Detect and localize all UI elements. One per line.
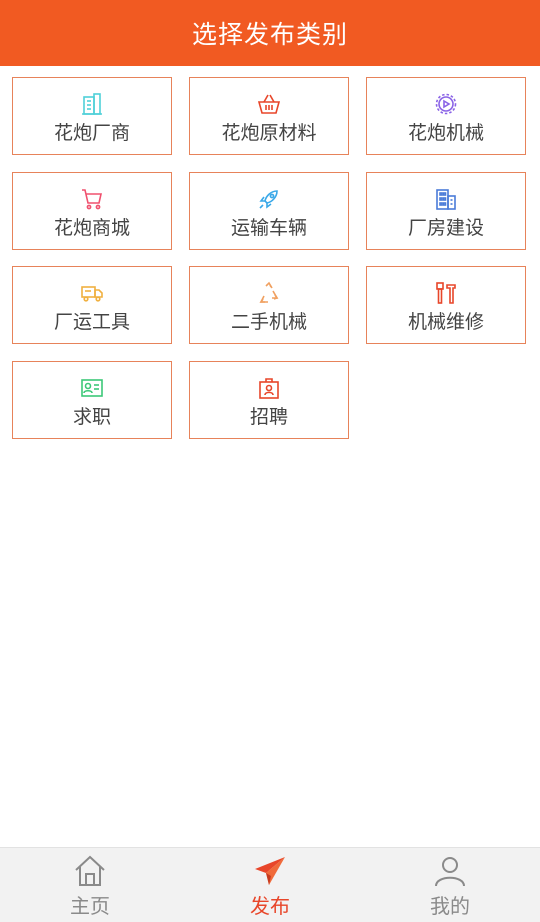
- tab-publish[interactable]: 发布: [180, 848, 360, 922]
- category-firework-mall[interactable]: 花炮商城: [12, 172, 172, 250]
- home-icon: [73, 854, 107, 888]
- office-building-icon: [434, 187, 458, 211]
- basket-icon: [257, 92, 281, 116]
- category-label: 求职: [72, 406, 111, 428]
- category-factory-construction[interactable]: 厂房建设: [366, 172, 526, 250]
- category-label: 花炮商城: [53, 217, 130, 239]
- recycle-icon: [257, 281, 281, 305]
- category-recruitment[interactable]: 招聘: [189, 361, 349, 439]
- category-label: 二手机械: [230, 311, 307, 333]
- category-label: 机械维修: [407, 311, 484, 333]
- category-label: 花炮机械: [407, 122, 484, 144]
- tab-label: 我的: [430, 894, 470, 918]
- tab-label: 发布: [250, 894, 290, 918]
- paper-plane-icon: [253, 854, 287, 888]
- category-label: 招聘: [249, 406, 288, 428]
- category-job-seeking[interactable]: 求职: [12, 361, 172, 439]
- category-machinery-repair[interactable]: 机械维修: [366, 266, 526, 344]
- category-label: 花炮厂商: [53, 122, 130, 144]
- category-firework-raw-materials[interactable]: 花炮原材料: [189, 77, 349, 155]
- id-card-icon: [80, 376, 104, 400]
- category-used-machinery[interactable]: 二手机械: [189, 266, 349, 344]
- category-label: 厂房建设: [407, 217, 484, 239]
- category-label: 厂运工具: [53, 311, 130, 333]
- tools-icon: [434, 281, 458, 305]
- category-factory-transport-tools[interactable]: 厂运工具: [12, 266, 172, 344]
- category-label: 运输车辆: [230, 217, 307, 239]
- bottom-tab-bar: 主页 发布 我的: [0, 847, 540, 922]
- gear-icon: [434, 92, 458, 116]
- category-firework-manufacturer[interactable]: 花炮厂商: [12, 77, 172, 155]
- category-transport-vehicles[interactable]: 运输车辆: [189, 172, 349, 250]
- tab-label: 主页: [70, 894, 110, 918]
- user-icon: [433, 854, 467, 888]
- badge-icon: [257, 376, 281, 400]
- app-header: 选择发布类别: [0, 0, 540, 66]
- tab-mine[interactable]: 我的: [360, 848, 540, 922]
- cart-icon: [80, 187, 104, 211]
- building-icon: [80, 92, 104, 116]
- page-title: 选择发布类别: [191, 20, 348, 49]
- truck-icon: [80, 281, 104, 305]
- tab-home[interactable]: 主页: [0, 848, 180, 922]
- category-label: 花炮原材料: [221, 122, 317, 144]
- rocket-icon: [257, 187, 281, 211]
- category-firework-machinery[interactable]: 花炮机械: [366, 77, 526, 155]
